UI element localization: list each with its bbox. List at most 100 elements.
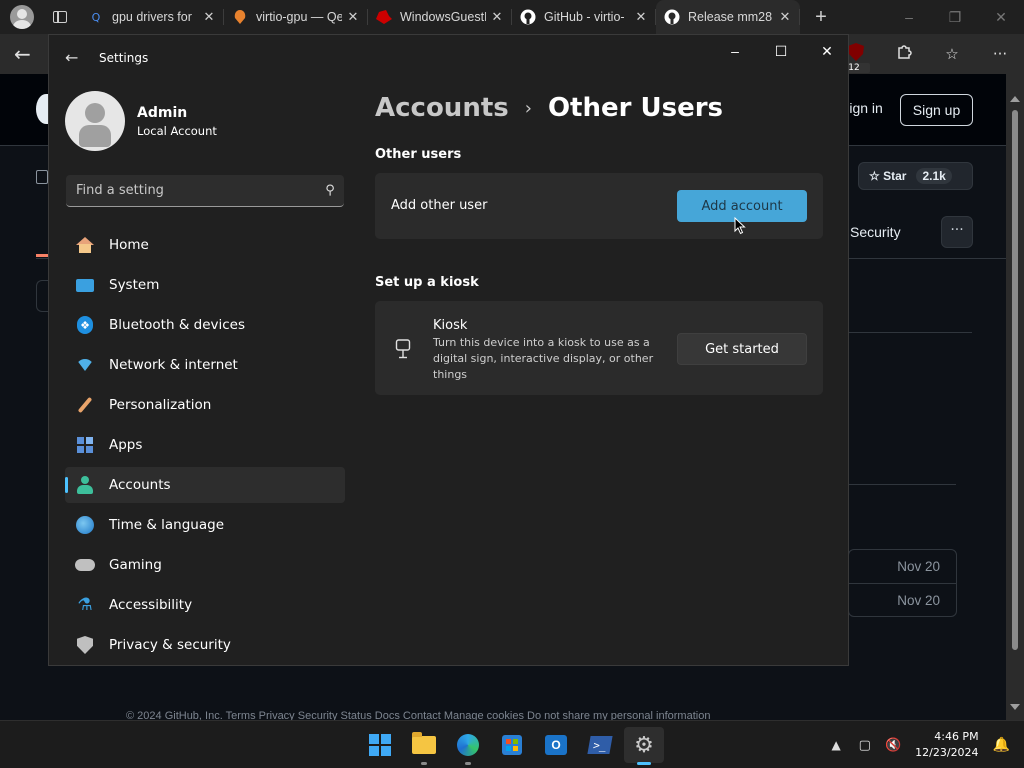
close-icon[interactable]: ✕ bbox=[978, 0, 1024, 34]
close-tab-icon[interactable]: ✕ bbox=[634, 10, 648, 25]
nav-item-accounts[interactable]: Accounts bbox=[65, 467, 345, 503]
search-icon[interactable]: ⚲ bbox=[316, 183, 344, 198]
browser-profile-avatar[interactable] bbox=[10, 5, 34, 29]
nav-item-apps[interactable]: Apps bbox=[65, 427, 345, 463]
star-icon: ☆ bbox=[869, 169, 884, 183]
nav-label: Apps bbox=[109, 437, 143, 453]
favorites-star-icon[interactable]: ☆ bbox=[936, 45, 968, 63]
browser-tab[interactable]: WindowsGuestI ✕ bbox=[368, 0, 512, 34]
divider bbox=[848, 484, 956, 485]
taskbar-outlook[interactable]: O bbox=[536, 727, 576, 763]
minimize-icon[interactable]: – bbox=[886, 0, 932, 34]
restore-icon[interactable]: ❐ bbox=[932, 0, 978, 34]
browser-tab-bar: Q gpu drivers for ✕ virtio-gpu — Qe ✕ Wi… bbox=[0, 0, 1024, 34]
nav-item-bluetooth[interactable]: ❖ Bluetooth & devices bbox=[65, 307, 345, 343]
system-tray: ▲ ▢ 🔇 4:46 PM 12/23/2024 🔔 bbox=[831, 721, 1024, 768]
bluetooth-icon: ❖ bbox=[75, 315, 95, 335]
clock[interactable]: 4:46 PM 12/23/2024 bbox=[915, 729, 978, 761]
nav-item-gaming[interactable]: Gaming bbox=[65, 547, 345, 583]
add-other-user-label: Add other user bbox=[391, 198, 488, 213]
asset-date: Nov 20 bbox=[849, 583, 956, 616]
browser-tab-title: virtio-gpu — Qe bbox=[256, 10, 342, 24]
gamepad-icon bbox=[75, 555, 95, 575]
account-type: Local Account bbox=[137, 123, 217, 138]
home-icon bbox=[75, 235, 95, 255]
taskbar-settings[interactable]: ⚙ bbox=[624, 727, 664, 765]
nav-label: Network & internet bbox=[109, 357, 238, 373]
page-title: Other Users bbox=[547, 93, 724, 123]
kiosk-description: Turn this device into a kiosk to use as … bbox=[433, 336, 654, 381]
nav-item-accessibility[interactable]: ⚗ Accessibility bbox=[65, 587, 345, 623]
taskbar-powershell[interactable]: >_ bbox=[580, 727, 620, 763]
tab-actions-icon[interactable] bbox=[53, 11, 67, 23]
user-info: Admin Local Account bbox=[137, 105, 217, 138]
find-setting-box[interactable]: ⚲ bbox=[66, 175, 344, 207]
more-menu-icon[interactable]: ··· bbox=[984, 45, 1016, 63]
user-avatar bbox=[65, 91, 125, 151]
chevron-up-icon[interactable]: ▲ bbox=[831, 738, 840, 752]
kiosk-card: Kiosk Turn this device into a kiosk to u… bbox=[375, 301, 823, 395]
nav-label: Accessibility bbox=[109, 597, 193, 613]
system-icon bbox=[75, 275, 95, 295]
settings-nav: Home System ❖ Bluetooth & devices Networ… bbox=[65, 227, 345, 667]
scrollbar-thumb[interactable] bbox=[1012, 110, 1018, 650]
volume-muted-icon[interactable]: 🔇 bbox=[885, 738, 901, 753]
maximize-icon[interactable]: ☐ bbox=[758, 35, 804, 67]
nav-item-home[interactable]: Home bbox=[65, 227, 345, 263]
apps-icon bbox=[75, 435, 95, 455]
nav-item-network[interactable]: Network & internet bbox=[65, 347, 345, 383]
nav-item-system[interactable]: System bbox=[65, 267, 345, 303]
scroll-up-arrow-icon[interactable] bbox=[1010, 96, 1020, 102]
browser-tab-title: gpu drivers for bbox=[112, 10, 192, 24]
brush-icon bbox=[75, 395, 95, 415]
nav-item-time-language[interactable]: Time & language bbox=[65, 507, 345, 543]
tab-security[interactable]: Security bbox=[850, 224, 901, 240]
scroll-down-arrow-icon[interactable] bbox=[1010, 704, 1020, 710]
taskbar-edge[interactable] bbox=[448, 727, 488, 765]
back-arrow-icon[interactable]: ← bbox=[14, 42, 31, 66]
add-other-user-card: Add other user Add account bbox=[375, 173, 823, 239]
kiosk-icon bbox=[395, 339, 411, 359]
user-profile-card[interactable]: Admin Local Account bbox=[65, 91, 217, 151]
sign-up-button[interactable]: Sign up bbox=[900, 94, 973, 126]
accounts-icon bbox=[75, 475, 95, 495]
new-tab-button[interactable]: + bbox=[806, 6, 836, 29]
globe-clock-icon bbox=[75, 515, 95, 535]
nav-label: Bluetooth & devices bbox=[109, 317, 246, 333]
close-tab-icon[interactable]: ✕ bbox=[490, 10, 504, 25]
nav-label: Time & language bbox=[109, 517, 225, 533]
close-tab-icon[interactable]: ✕ bbox=[346, 10, 360, 25]
close-icon[interactable]: ✕ bbox=[804, 35, 850, 67]
browser-tab[interactable]: Q gpu drivers for ✕ bbox=[80, 0, 224, 34]
toolbar-icons: 12 ☆ ··· bbox=[838, 40, 1016, 73]
taskbar-store[interactable] bbox=[492, 727, 532, 763]
star-button[interactable]: ☆ Star 2.1k bbox=[858, 162, 973, 190]
search-icon: Q bbox=[91, 10, 101, 24]
start-button[interactable] bbox=[360, 727, 400, 763]
nav-label: Gaming bbox=[109, 557, 162, 573]
search-input[interactable] bbox=[76, 183, 316, 198]
nav-item-privacy-security[interactable]: Privacy & security bbox=[65, 627, 345, 663]
get-started-button[interactable]: Get started bbox=[677, 333, 807, 365]
browser-tab[interactable]: GitHub - virtio- ✕ bbox=[512, 0, 656, 34]
window-controls: – ☐ ✕ bbox=[712, 35, 850, 67]
shield-icon bbox=[75, 635, 95, 655]
more-tabs-button[interactable]: ··· bbox=[941, 216, 973, 248]
settings-titlebar: ← Settings – ☐ ✕ bbox=[49, 35, 850, 81]
nav-item-personalization[interactable]: Personalization bbox=[65, 387, 345, 423]
network-icon[interactable]: ▢ bbox=[859, 738, 871, 753]
breadcrumb-parent[interactable]: Accounts bbox=[375, 93, 509, 123]
taskbar-file-explorer[interactable] bbox=[404, 727, 444, 765]
page-scrollbar[interactable] bbox=[1006, 74, 1024, 720]
close-tab-icon[interactable]: ✕ bbox=[202, 10, 216, 25]
close-tab-icon[interactable]: ✕ bbox=[778, 10, 792, 25]
star-count: 2.1k bbox=[916, 168, 952, 184]
section-heading-kiosk: Set up a kiosk bbox=[375, 275, 479, 290]
browser-tab-active[interactable]: Release mm28 ✕ bbox=[656, 0, 800, 34]
star-label: Star bbox=[883, 169, 907, 183]
extensions-puzzle-icon[interactable] bbox=[888, 44, 920, 64]
browser-tab[interactable]: virtio-gpu — Qe ✕ bbox=[224, 0, 368, 34]
back-arrow-icon[interactable]: ← bbox=[65, 48, 78, 67]
minimize-icon[interactable]: – bbox=[712, 35, 758, 67]
notification-bell-icon[interactable]: 🔔 bbox=[993, 737, 1010, 753]
